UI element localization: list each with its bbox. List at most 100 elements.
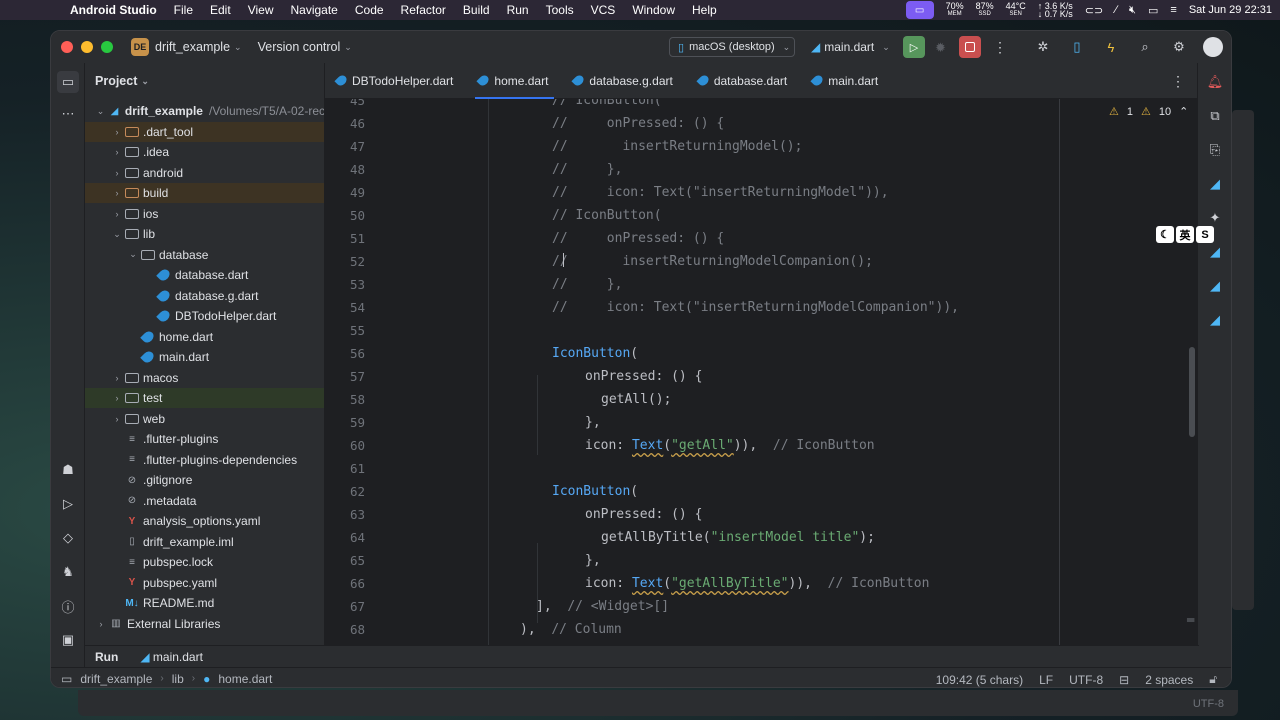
link-icon[interactable]: ⊂⊃ (1085, 4, 1103, 17)
screen-capture-icon[interactable]: ▭ (905, 1, 934, 19)
lock-icon[interactable]: 🔓︎ (1209, 672, 1217, 687)
caret-position[interactable]: 109:42 (5 chars) (936, 673, 1023, 687)
project-switcher[interactable]: drift_example (155, 40, 230, 54)
chevron-right-icon[interactable]: › (95, 619, 107, 629)
indent-setting[interactable]: 2 spaces (1145, 673, 1193, 687)
menu-tools[interactable]: Tools (546, 3, 574, 17)
tree-item[interactable]: › ▥ External Libraries (85, 614, 324, 634)
tree-item[interactable]: › macos (85, 368, 324, 388)
project-panel-header[interactable]: Project ⌄ (85, 63, 324, 99)
minimize-window-button[interactable] (81, 41, 93, 53)
problems-icon[interactable]: ⓘ (57, 595, 79, 617)
menu-refactor[interactable]: Refactor (401, 3, 446, 17)
tree-item[interactable]: ⌄ ◢ drift_example/Volumes/T5/A-02-rec (85, 101, 324, 121)
line-separator[interactable]: LF (1039, 673, 1053, 687)
more-tools-icon[interactable]: ⋯ (57, 103, 79, 125)
zoom-window-button[interactable] (101, 41, 113, 53)
settings-icon[interactable]: ⚙ (1169, 37, 1189, 57)
tree-item[interactable]: ▯ drift_example.iml (85, 532, 324, 552)
chevron-right-icon[interactable]: › (111, 127, 123, 137)
menu-view[interactable]: View (248, 3, 274, 17)
tab-database[interactable]: database.dart (687, 63, 801, 99)
tree-item[interactable]: ≡ .flutter-plugins (85, 429, 324, 449)
tab-dbtodohelper[interactable]: DBTodoHelper.dart (325, 63, 467, 99)
tree-item[interactable]: › .dart_tool (85, 121, 324, 142)
tree-item[interactable]: ⊘ .metadata (85, 491, 324, 511)
more-actions-icon[interactable]: ⋮ (993, 39, 1007, 56)
chevron-up-icon[interactable]: ⌃ (1179, 105, 1188, 118)
flutter-performance-icon[interactable]: ◢ (1204, 241, 1226, 263)
search-icon[interactable]: ⌕ (1135, 37, 1155, 57)
terminal-icon[interactable]: ▣ (57, 629, 79, 651)
app-menu[interactable]: Android Studio (70, 3, 157, 17)
tree-item[interactable]: home.dart (85, 327, 324, 347)
chevron-right-icon[interactable]: › (111, 393, 123, 403)
pen-icon[interactable]: ∕ (1115, 4, 1117, 16)
editor-scrollbar[interactable] (1189, 347, 1195, 437)
logcat-icon[interactable]: ♞ (57, 561, 79, 583)
file-encoding[interactable]: UTF-8 (1069, 673, 1103, 687)
menu-run[interactable]: Run (507, 3, 529, 17)
tab-main[interactable]: main.dart (801, 63, 892, 99)
tree-item[interactable]: DBTodoHelper.dart (85, 306, 324, 326)
chevron-down-icon[interactable]: ⌄ (111, 229, 123, 240)
run-tab[interactable]: Run (95, 650, 118, 664)
project-badge[interactable]: DE (131, 38, 149, 56)
project-tool-icon[interactable]: ▭ (57, 71, 79, 93)
tree-item[interactable]: main.dart (85, 347, 324, 367)
readonly-toggle-icon[interactable]: ⊟ (1119, 673, 1129, 687)
close-window-button[interactable] (61, 41, 73, 53)
android-icon[interactable]: ☗ (57, 459, 79, 481)
battery-icon[interactable]: ▭ (1148, 4, 1158, 17)
tab-home[interactable]: home.dart (467, 63, 562, 99)
chevron-right-icon[interactable]: › (111, 188, 123, 198)
code-editor[interactable]: ⚠1 ⚠10 ⌃ ⌄ 45464748495051525354555657585… (325, 99, 1199, 667)
gem-icon[interactable]: ◇ (57, 527, 79, 549)
menu-help[interactable]: Help (692, 3, 717, 17)
tree-item[interactable]: ⌄ database (85, 245, 324, 265)
tree-item[interactable]: › build (85, 183, 324, 203)
tree-item[interactable]: › .idea (85, 142, 324, 162)
tree-item[interactable]: database.dart (85, 265, 324, 285)
tree-item[interactable]: database.g.dart (85, 286, 324, 306)
device-manager-icon[interactable]: ▯ (1067, 37, 1087, 57)
tree-item[interactable]: Yanalysis_options.yaml (85, 511, 324, 531)
chevron-right-icon[interactable]: › (111, 373, 123, 383)
tab-database-g[interactable]: database.g.dart (562, 63, 686, 99)
tree-item[interactable]: Ypubspec.yaml (85, 573, 324, 593)
chevron-right-icon[interactable]: › (111, 209, 123, 219)
breadcrumb-lib[interactable]: lib (172, 672, 184, 686)
bug-icon[interactable]: ✲ (1033, 37, 1053, 57)
run-config-selector[interactable]: ◢ main.dart ⌄ (811, 40, 890, 54)
tree-item[interactable]: M↓ README.md (85, 593, 324, 613)
debug-button[interactable]: ✹ (935, 40, 946, 56)
hot-reload-icon[interactable]: ϟ (1101, 37, 1121, 57)
tree-item[interactable]: › android (85, 163, 324, 183)
menu-window[interactable]: Window (632, 3, 675, 17)
notifications-icon[interactable]: 🔔︎ (1204, 71, 1226, 93)
datetime[interactable]: Sat Jun 29 22:31 (1189, 4, 1272, 16)
tree-item[interactable]: ≡ pubspec.lock (85, 552, 324, 572)
breadcrumb-project[interactable]: drift_example (80, 672, 152, 686)
ime-s-icon[interactable]: S (1196, 226, 1214, 243)
menu-navigate[interactable]: Navigate (290, 3, 337, 17)
ime-mode-icon[interactable]: 英 (1176, 226, 1194, 243)
chevron-down-icon[interactable]: ⌄ (127, 249, 139, 260)
tree-item[interactable]: ⌄ lib (85, 224, 324, 244)
tree-item[interactable]: › test (85, 388, 324, 408)
flutter-deps-icon[interactable]: ◢ (1204, 309, 1226, 331)
flutter-outline-icon[interactable]: ◢ (1204, 275, 1226, 297)
menu-build[interactable]: Build (463, 3, 490, 17)
control-center-icon[interactable]: ≡ (1170, 4, 1176, 16)
menu-edit[interactable]: Edit (210, 3, 231, 17)
chevron-right-icon[interactable]: › (111, 414, 123, 424)
menu-vcs[interactable]: VCS (591, 3, 616, 17)
chevron-down-icon[interactable]: ⌄ (95, 106, 106, 117)
menu-code[interactable]: Code (355, 3, 384, 17)
tree-item[interactable]: ≡ .flutter-plugins-dependencies (85, 450, 324, 470)
tree-item[interactable]: › ios (85, 204, 324, 224)
flutter-inspector-icon[interactable]: ◢ (1204, 173, 1226, 195)
device-file-icon[interactable]: ⎘ (1204, 139, 1226, 161)
device-selector[interactable]: ▯ macOS (desktop) ⌄ (669, 37, 795, 57)
moon-icon[interactable]: ☾ (1156, 226, 1174, 243)
